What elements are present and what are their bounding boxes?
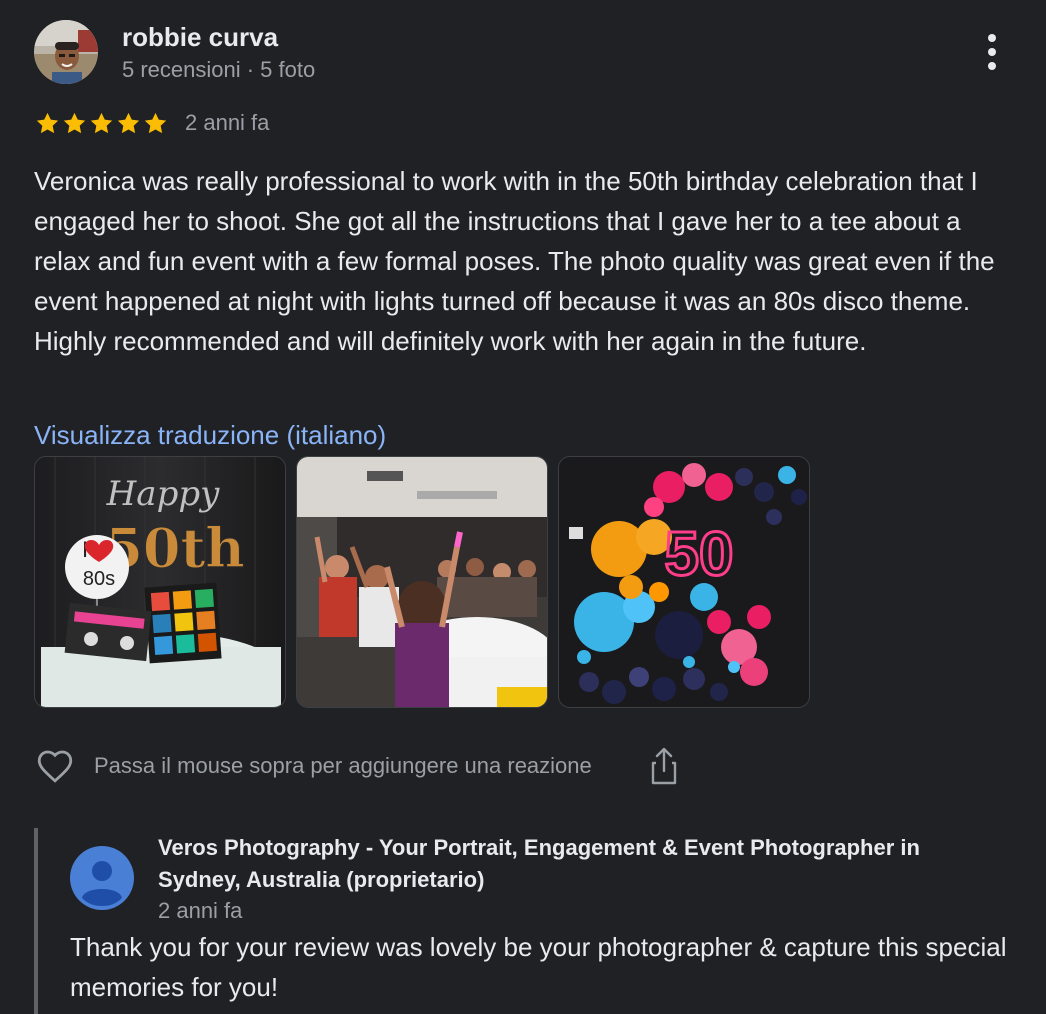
badge-text-80s: 80s [83, 568, 115, 590]
review-photo[interactable]: 50 [558, 456, 810, 708]
star-icon [144, 112, 167, 133]
owner-reply: Veros Photography - Your Portrait, Engag… [34, 828, 1028, 1014]
owner-reply-date: 2 anni fa [158, 898, 243, 923]
react-button[interactable] [34, 745, 76, 787]
author-avatar[interactable] [34, 20, 98, 84]
balloons-photo-icon: 50 [559, 457, 809, 707]
rating-row: 2 anni fa [34, 108, 269, 138]
neon-sign-text: 50 [665, 520, 734, 589]
share-icon [651, 747, 676, 785]
heart-icon [37, 750, 73, 783]
reaction-hint: Passa il mouse sopra per aggiungere una … [94, 753, 592, 778]
star-icon [117, 112, 140, 133]
owner-name: Veros Photography - Your Portrait, Engag… [158, 835, 920, 892]
share-button[interactable] [648, 745, 680, 787]
review-text: Veronica was really professional to work… [34, 166, 995, 356]
star-icon [36, 112, 59, 133]
more-options-button[interactable] [972, 30, 1012, 74]
author-meta: 5 recensioni · 5 foto [122, 57, 316, 82]
star-rating [34, 110, 169, 137]
author-name[interactable]: robbie curva [122, 22, 278, 53]
review-card: robbie curva 5 recensioni · 5 foto 2 ann… [0, 0, 1046, 1014]
review-photos: Happy 50th I 80s 50 [34, 456, 820, 708]
star-icon [63, 112, 86, 133]
view-translation-link[interactable]: Visualizza traduzione (italiano) [34, 420, 386, 451]
cake-topper-text: Happy [106, 474, 220, 514]
review-date: 2 anni fa [185, 110, 270, 135]
cake-photo-icon: Happy 50th I 80s [35, 457, 285, 707]
owner-avatar [70, 846, 134, 910]
owner-reply-text: Thank you for your review was lovely be … [70, 932, 1007, 1002]
person-icon [70, 846, 134, 910]
review-photo[interactable]: Happy 50th I 80s [34, 456, 286, 708]
star-icon [90, 112, 113, 133]
more-vert-icon [988, 34, 996, 70]
review-photo[interactable] [296, 456, 548, 708]
reaction-row: Passa il mouse sopra per aggiungere una … [34, 744, 680, 788]
party-photo-icon [297, 457, 547, 707]
